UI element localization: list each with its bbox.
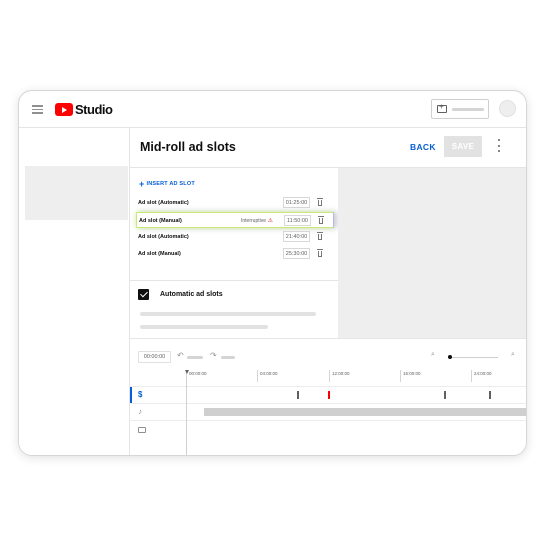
zoom-slider[interactable] xyxy=(448,357,498,358)
sidebar xyxy=(19,128,130,455)
ad-slot-marker[interactable] xyxy=(489,391,491,399)
more-options-icon[interactable] xyxy=(497,139,501,153)
ad-slot-marker-selected[interactable] xyxy=(328,391,330,399)
studio-logo[interactable]: Studio xyxy=(55,102,113,117)
ruler-tick-label: 24:00:00 xyxy=(474,371,492,376)
ad-slot-row: Ad slot (Automatic) 01:25:00 xyxy=(136,195,334,211)
ad-slot-name: Ad slot (Automatic) xyxy=(138,234,189,240)
ad-slot-name: Ad slot (Manual) xyxy=(139,218,182,224)
ad-slot-time-input[interactable]: 21:40:00 xyxy=(283,231,310,242)
automatic-ad-slots-label: Automatic ad slots xyxy=(160,291,223,298)
divider xyxy=(130,280,338,281)
audio-clip[interactable] xyxy=(204,408,526,416)
zoom-in-icon[interactable]: ⌕ xyxy=(511,351,515,359)
ruler-tick xyxy=(257,370,258,382)
ruler-tick-label: 12:00:00 xyxy=(332,371,350,376)
dollar-icon: $ xyxy=(138,390,143,399)
audio-track: ♪ xyxy=(130,403,526,420)
delete-icon[interactable] xyxy=(317,198,323,206)
automatic-ad-slots-checkbox[interactable] xyxy=(138,289,149,300)
menu-icon[interactable] xyxy=(32,105,43,114)
create-button[interactable] xyxy=(431,99,489,119)
insert-ad-slot-label: INSERT AD SLOT xyxy=(146,181,195,187)
ruler-tick xyxy=(400,370,401,382)
ad-slot-row-highlighted: Ad slot (Manual) Interruptive ⚠ 11:50:00 xyxy=(136,212,334,228)
video-preview-area xyxy=(338,168,526,338)
ruler-tick-label: 00:00:00 xyxy=(189,371,207,376)
create-label-placeholder xyxy=(452,108,484,111)
ad-slot-marker[interactable] xyxy=(297,391,299,399)
youtube-logo-icon xyxy=(55,103,73,116)
timeline: 00:00:00 ↶ ↷ ⌕ ⌕ 00:00:00 04:00:00 12:00… xyxy=(130,338,526,455)
ad-slots-panel: + INSERT AD SLOT Ad slot (Automatic) 01:… xyxy=(130,168,338,338)
time-ruler[interactable]: 00:00:00 04:00:00 12:00:00 16:00:00 24:0… xyxy=(186,370,526,386)
zoom-out-icon[interactable]: ⌕ xyxy=(431,351,435,359)
create-video-icon xyxy=(437,102,447,113)
delete-icon[interactable] xyxy=(317,249,323,257)
ruler-tick xyxy=(329,370,330,382)
undo-icon[interactable]: ↶ xyxy=(177,352,184,360)
timecode-display[interactable]: 00:00:00 xyxy=(138,351,171,363)
ruler-tick-label: 04:00:00 xyxy=(260,371,278,376)
undo-label-placeholder xyxy=(187,356,203,359)
top-bar: Studio xyxy=(19,91,526,128)
ad-slot-time-input[interactable]: 01:25:00 xyxy=(283,197,310,208)
plus-icon: + xyxy=(139,179,145,189)
ad-slot-row: Ad slot (Manual) 25:30:00 xyxy=(136,246,334,262)
ruler-tick-label: 16:00:00 xyxy=(403,371,421,376)
avatar[interactable] xyxy=(499,100,516,117)
delete-icon[interactable] xyxy=(317,232,323,240)
captions-track xyxy=(130,420,526,437)
ruler-tick xyxy=(471,370,472,382)
logo-text: Studio xyxy=(75,102,113,117)
sidebar-placeholder xyxy=(25,166,128,220)
insert-ad-slot-button[interactable]: + INSERT AD SLOT xyxy=(139,179,195,189)
ad-slot-name: Ad slot (Manual) xyxy=(138,251,181,257)
ad-slot-time-input[interactable]: 11:50:00 xyxy=(284,215,311,226)
ad-slot-row: Ad slot (Automatic) 21:40:00 xyxy=(136,229,334,245)
ad-slot-name: Ad slot (Automatic) xyxy=(138,200,189,206)
page-header: Mid-roll ad slots BACK SAVE xyxy=(130,128,526,168)
playhead[interactable] xyxy=(186,370,187,455)
page-title: Mid-roll ad slots xyxy=(140,140,236,154)
redo-label-placeholder xyxy=(221,356,235,359)
description-placeholder xyxy=(140,325,268,329)
ad-slot-marker[interactable] xyxy=(444,391,446,399)
ad-slot-time-input[interactable]: 25:30:00 xyxy=(283,248,310,259)
description-placeholder xyxy=(140,312,316,316)
music-note-icon: ♪ xyxy=(138,407,142,416)
interruptive-warning: Interruptive ⚠ xyxy=(241,218,273,224)
app-window: Studio Mid-roll ad slots BACK SAVE + INS… xyxy=(18,90,527,456)
playhead-handle[interactable] xyxy=(184,370,189,374)
warning-icon: ⚠ xyxy=(268,218,273,224)
back-button[interactable]: BACK xyxy=(410,142,436,152)
captions-icon xyxy=(138,427,146,433)
delete-icon[interactable] xyxy=(318,216,324,224)
warning-label: Interruptive xyxy=(241,218,267,224)
save-button[interactable]: SAVE xyxy=(444,136,482,157)
zoom-slider-handle[interactable] xyxy=(448,355,452,359)
ad-slots-track: $ xyxy=(130,386,526,404)
redo-icon[interactable]: ↷ xyxy=(210,352,217,360)
active-track-indicator xyxy=(130,387,132,404)
